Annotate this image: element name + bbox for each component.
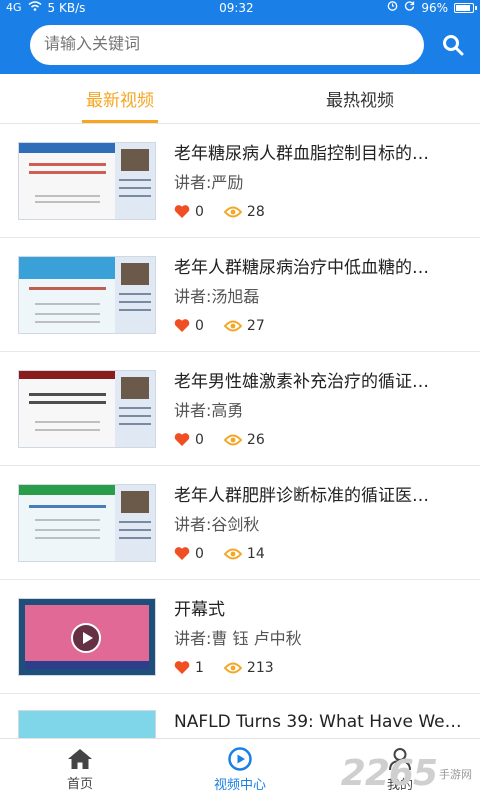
speaker-prefix: 讲者: — [174, 400, 212, 420]
video-list[interactable]: 老年糖尿病人群血脂控制目标的… 讲者: 严励 0 28 老年人群糖尿病治疗中低血糖… — [0, 124, 480, 738]
speaker-name: 谷剑秋 — [211, 514, 260, 534]
video-thumbnail[interactable] — [18, 369, 156, 448]
eye-icon — [223, 206, 242, 217]
search-header — [0, 16, 480, 74]
video-title[interactable]: NAFLD Turns 39: What Have We… — [174, 710, 466, 734]
watermark: 2265 手游网 — [341, 753, 472, 794]
view-count-value: 28 — [246, 203, 265, 220]
nav-home-label: 首页 — [66, 776, 93, 792]
heart-icon — [174, 433, 190, 446]
heart-icon — [174, 547, 190, 560]
video-item[interactable]: 老年糖尿病人群血脂控制目标的… 讲者: 严励 0 28 — [0, 124, 480, 238]
like-count: 0 — [174, 318, 204, 334]
view-count: 27 — [223, 317, 265, 334]
video-item[interactable]: 老年人群糖尿病治疗中低血糖的… 讲者: 汤旭磊 0 27 — [0, 238, 480, 352]
video-thumbnail[interactable] — [18, 255, 156, 334]
heart-icon — [174, 661, 190, 674]
nav-home[interactable]: 首页 — [0, 739, 160, 800]
video-thumbnail[interactable] — [18, 597, 156, 676]
like-count-value: 0 — [195, 431, 204, 448]
like-count-value: 0 — [195, 317, 204, 334]
speaker-prefix: 讲者: — [174, 172, 212, 192]
video-item[interactable]: 老年人群肥胖诊断标准的循证医… 讲者: 谷剑秋 0 14 — [0, 466, 480, 580]
video-speaker: 讲者: 高勇 — [174, 400, 466, 422]
video-speaker: 讲者: 汤旭磊 — [174, 286, 466, 308]
video-title[interactable]: 老年人群糖尿病治疗中低血糖的… — [174, 256, 466, 280]
play-circle-icon — [228, 746, 252, 771]
search-icon — [443, 35, 464, 56]
video-item[interactable]: 开幕式 讲者: 曹 钰 卢中秋 1 213 — [0, 580, 480, 694]
battery-percent: 96% — [421, 1, 448, 15]
view-count: 14 — [223, 545, 265, 562]
eye-icon — [223, 320, 242, 331]
tab-popular-videos[interactable]: 最热视频 — [240, 74, 480, 123]
video-thumbnail[interactable] — [18, 483, 156, 562]
video-speaker: 讲者: 谷剑秋 — [174, 514, 466, 536]
alarm-icon — [387, 0, 398, 16]
video-tabs: 最新视频 最热视频 — [0, 74, 480, 124]
signal-icon: 4G — [6, 1, 22, 14]
status-time: 09:32 — [219, 1, 254, 15]
video-title[interactable]: 老年男性雄激素补充治疗的循证… — [174, 370, 466, 394]
like-count-value: 1 — [195, 659, 204, 676]
home-icon — [68, 748, 92, 769]
view-count-value: 213 — [246, 659, 274, 676]
video-speaker: 讲者: 严励 — [174, 172, 466, 194]
speaker-name: 严励 — [211, 172, 244, 192]
like-count: 0 — [174, 204, 204, 220]
watermark-number: 2265 — [340, 753, 438, 794]
speaker-prefix: 讲者: — [174, 628, 212, 648]
video-title[interactable]: 开幕式 — [174, 598, 466, 622]
video-item[interactable]: 老年男性雄激素补充治疗的循证… 讲者: 高勇 0 26 — [0, 352, 480, 466]
nav-video-center-label: 视频中心 — [213, 777, 266, 793]
sync-icon — [404, 0, 415, 16]
view-count: 213 — [223, 659, 274, 676]
like-count-value: 0 — [195, 545, 204, 562]
play-icon[interactable] — [71, 622, 101, 653]
eye-icon — [223, 548, 242, 559]
speaker-name: 高勇 — [211, 400, 244, 420]
heart-icon — [174, 205, 190, 218]
network-speed: 5 KB/s — [47, 1, 86, 15]
like-count: 1 — [174, 660, 204, 676]
view-count: 28 — [223, 203, 265, 220]
view-count-value: 26 — [246, 431, 265, 448]
video-thumbnail[interactable] — [18, 710, 156, 738]
video-item[interactable]: NAFLD Turns 39: What Have We… — [0, 694, 480, 738]
speaker-prefix: 讲者: — [174, 514, 212, 534]
like-count: 0 — [174, 432, 204, 448]
eye-icon — [223, 662, 242, 673]
status-bar: 4G 5 KB/s 09:32 96% — [0, 0, 480, 16]
eye-icon — [223, 434, 242, 445]
tab-latest-videos[interactable]: 最新视频 — [0, 74, 240, 123]
view-count: 26 — [223, 431, 265, 448]
speaker-name: 曹 钰 卢中秋 — [211, 628, 302, 648]
watermark-text: 手游网 — [439, 767, 472, 781]
video-title[interactable]: 老年糖尿病人群血脂控制目标的… — [174, 142, 466, 166]
search-input[interactable] — [30, 25, 425, 65]
video-title[interactable]: 老年人群肥胖诊断标准的循证医… — [174, 484, 466, 508]
speaker-name: 汤旭磊 — [211, 286, 260, 306]
heart-icon — [174, 319, 190, 332]
view-count-value: 27 — [246, 317, 265, 334]
video-speaker: 讲者: 曹 钰 卢中秋 — [174, 628, 466, 650]
like-count: 0 — [174, 546, 204, 562]
search-button[interactable] — [440, 32, 466, 58]
wifi-icon — [28, 0, 42, 16]
video-thumbnail[interactable] — [18, 141, 156, 220]
view-count-value: 14 — [246, 545, 265, 562]
like-count-value: 0 — [195, 203, 204, 220]
battery-icon — [454, 3, 477, 13]
nav-video-center[interactable]: 视频中心 — [160, 739, 320, 800]
speaker-prefix: 讲者: — [174, 286, 212, 306]
